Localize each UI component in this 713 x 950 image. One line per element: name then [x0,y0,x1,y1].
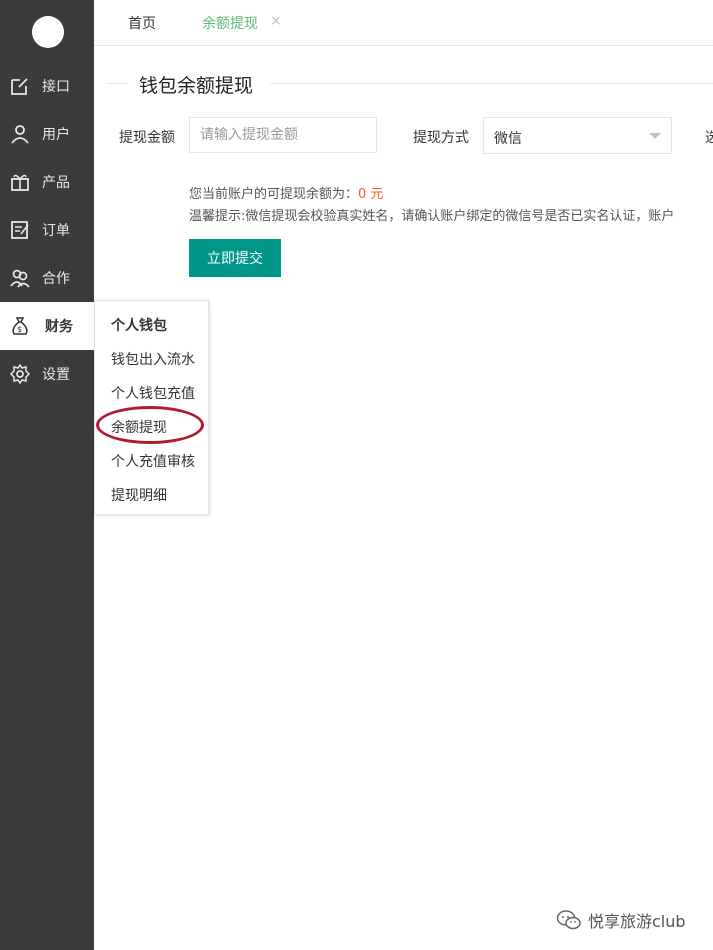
submenu-item-recharge-review[interactable]: 个人充值审核 [111,451,195,471]
sidebar-item-finance[interactable]: $ 财务 [0,302,96,350]
submenu-item-wallet-flow[interactable]: 钱包出入流水 [111,349,195,369]
money-bag-icon: $ [12,317,28,335]
watermark-text: 悦享旅游club [588,912,686,931]
page-title: 钱包余额提现 [139,75,254,97]
finance-submenu: 个人钱包 钱包出入流水 个人钱包充值 余额提现 个人充值审核 提现明细 [94,300,209,515]
sidebar-item-user[interactable]: 用户 [0,110,94,158]
sidebar-item-api[interactable]: 接口 [0,62,94,110]
fieldset-divider [270,83,713,84]
sidebar-item-label: 产品 [42,175,70,191]
gear-icon [9,363,31,385]
sidebar-item-label: 订单 [42,223,70,239]
truncated-label: 选 [705,130,713,146]
warm-tip: 温馨提示:微信提现会校验真实姓名，请确认账户绑定的微信号是否已实名认证，账户 [189,209,675,224]
chevron-down-icon [649,133,661,139]
sidebar-item-label: 用户 [42,127,70,143]
amount-input[interactable] [189,117,377,153]
submit-button[interactable]: 立即提交 [189,239,281,277]
sidebar-item-product[interactable]: 产品 [0,158,94,206]
sidebar-item-label: 接口 [42,79,70,95]
tab-withdraw[interactable]: 余额提现 [202,13,258,33]
watermark: 悦享旅游club [556,908,686,932]
sidebar-item-order[interactable]: 订单 [0,206,94,254]
sidebar-item-cooperate[interactable]: 合作 [0,254,94,302]
balance-prefix: 您当前账户的可提现余额为： [189,187,359,202]
method-label: 提现方式 [413,130,469,146]
form-icon [11,221,29,239]
sidebar-item-label: 财务 [45,319,73,335]
balance-info: 您当前账户的可提现余额为：0 元 [189,183,383,202]
tab-home[interactable]: 首页 [128,13,156,33]
sidebar-item-settings[interactable]: 设置 [0,350,94,398]
fieldset-divider [108,83,128,84]
submenu-item-balance-withdraw[interactable]: 余额提现 [111,417,167,437]
edit-icon [11,78,28,95]
submenu-header: 个人钱包 [111,318,167,334]
sidebar-item-label: 合作 [42,271,70,287]
method-select-value: 微信 [494,131,522,147]
wechat-icon [556,910,581,930]
user-icon [11,125,29,144]
sidebar: 接口 用户 产品 订单 合作 $ 财务 设置 [0,0,96,950]
sidebar-item-label: 设置 [42,367,70,383]
avatar[interactable] [32,16,64,48]
tab-bar: 首页 余额提现 × [94,0,713,46]
group-icon [10,269,30,288]
close-icon[interactable]: × [270,13,282,29]
amount-label: 提现金额 [119,130,175,146]
svg-text:$: $ [17,325,22,334]
submenu-item-withdraw-detail[interactable]: 提现明细 [111,485,167,505]
method-select[interactable]: 微信 [483,117,672,154]
balance-amount: 0 元 [358,187,384,202]
submenu-item-wallet-recharge[interactable]: 个人钱包充值 [111,383,195,403]
gift-icon [11,174,29,191]
